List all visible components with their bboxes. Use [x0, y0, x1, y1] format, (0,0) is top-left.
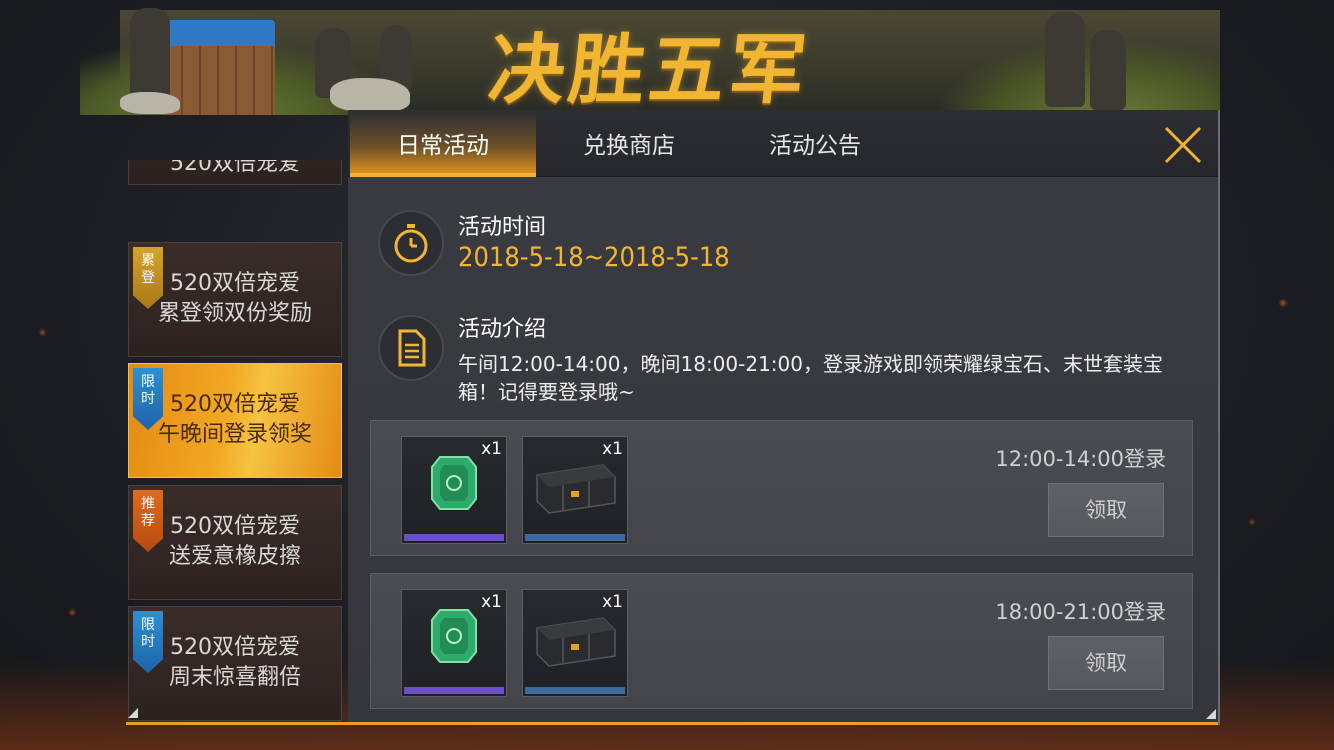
event-list-item[interactable]: 推荐 520双倍宠爱 送爱意橡皮擦 — [128, 485, 342, 600]
resize-corner-icon — [128, 708, 138, 718]
activity-intro-text: 午间12:00-14:00，晚间18:00-21:00，登录游戏即领荣耀绿宝石、… — [458, 352, 1163, 404]
event-item-subtitle: 周末惊喜翻倍 — [168, 665, 301, 690]
reward-item-slot[interactable]: x1 — [401, 589, 507, 697]
rarity-bar — [404, 687, 504, 694]
event-banner: 决胜五军 — [80, 0, 1220, 115]
claim-button[interactable]: 领取 — [1048, 483, 1164, 537]
claim-button[interactable]: 领取 — [1048, 636, 1164, 690]
ember-particle — [40, 330, 45, 335]
event-item-subtitle: 送爱意橡皮擦 — [168, 544, 301, 569]
event-list-item-active[interactable]: 限时 520双倍宠爱 午晚间登录领奖 — [128, 363, 342, 478]
event-item-title: 520双倍宠爱 — [170, 271, 300, 296]
tab-bar: 日常活动 兑换商店 活动公告 — [348, 110, 1218, 177]
rock-illustration — [330, 78, 410, 112]
document-icon — [378, 315, 444, 381]
panel-bottom-accent — [126, 722, 1218, 725]
reward-login-time: 12:00-14:00登录 — [995, 447, 1166, 471]
supply-crate-illustration — [165, 20, 275, 115]
event-list-item[interactable]: 520双倍宠爱 — [128, 160, 342, 185]
soldier-illustration — [1045, 12, 1085, 107]
tab-announcement[interactable]: 活动公告 — [722, 110, 908, 176]
rock-illustration — [120, 92, 180, 114]
reward-login-time: 18:00-21:00登录 — [995, 600, 1166, 624]
reward-item-slot[interactable]: x1 — [522, 436, 628, 544]
event-item-text: 520双倍宠爱 午晚间登录领奖 — [129, 390, 341, 450]
tab-exchange-shop[interactable]: 兑换商店 — [536, 110, 722, 176]
event-list[interactable]: 520双倍宠爱 累登 520双倍宠爱 累登领双份奖励 限时 520双倍宠爱 午晚… — [126, 160, 344, 722]
reward-item-slot[interactable]: x1 — [401, 436, 507, 544]
reward-item-slot[interactable]: x1 — [522, 589, 628, 697]
event-item-title: 520双倍宠爱 — [170, 160, 300, 176]
activity-time-value: 2018-5-18~2018-5-18 — [458, 242, 730, 273]
reward-count: x1 — [602, 439, 623, 459]
banner-title: 决胜五军 — [484, 25, 814, 114]
ember-particle — [1280, 300, 1286, 306]
reward-row: x1 x1 18:00-21:00登录 领取 — [370, 573, 1193, 709]
soldier-illustration — [1090, 30, 1126, 110]
activity-intro-label: 活动介绍 — [458, 317, 547, 342]
event-item-text: 520双倍宠爱 累登领双份奖励 — [129, 269, 341, 329]
reward-row: x1 x1 12:00-14:00登录 领取 — [370, 420, 1193, 556]
reward-count: x1 — [481, 592, 502, 612]
reward-count: x1 — [602, 592, 623, 612]
ember-particle — [1250, 520, 1254, 524]
stopwatch-icon — [378, 210, 444, 276]
activity-time-label: 活动时间 — [458, 215, 547, 240]
event-item-title: 520双倍宠爱 — [170, 514, 300, 539]
event-item-subtitle: 累登领双份奖励 — [157, 301, 312, 326]
event-item-title: 520双倍宠爱 — [170, 392, 300, 417]
resize-corner-icon — [1206, 709, 1216, 719]
event-list-item[interactable]: 限时 520双倍宠爱 周末惊喜翻倍 — [128, 606, 342, 721]
event-item-text: 520双倍宠爱 周末惊喜翻倍 — [129, 633, 341, 693]
ember-particle — [70, 610, 75, 615]
tab-daily-activity[interactable]: 日常活动 — [350, 110, 536, 177]
rarity-bar — [525, 687, 625, 694]
rarity-bar — [404, 534, 504, 541]
reward-count: x1 — [481, 439, 502, 459]
event-item-title: 520双倍宠爱 — [170, 635, 300, 660]
event-item-text: 520双倍宠爱 送爱意橡皮擦 — [129, 512, 341, 572]
activity-panel: 日常活动 兑换商店 活动公告 活动时间 2018-5-18~2018-5-18 … — [348, 110, 1220, 725]
event-item-subtitle: 午晚间登录领奖 — [157, 422, 312, 447]
event-list-item[interactable]: 累登 520双倍宠爱 累登领双份奖励 — [128, 242, 342, 357]
close-icon — [1164, 126, 1202, 164]
close-button[interactable] — [1162, 124, 1204, 166]
rarity-bar — [525, 534, 625, 541]
